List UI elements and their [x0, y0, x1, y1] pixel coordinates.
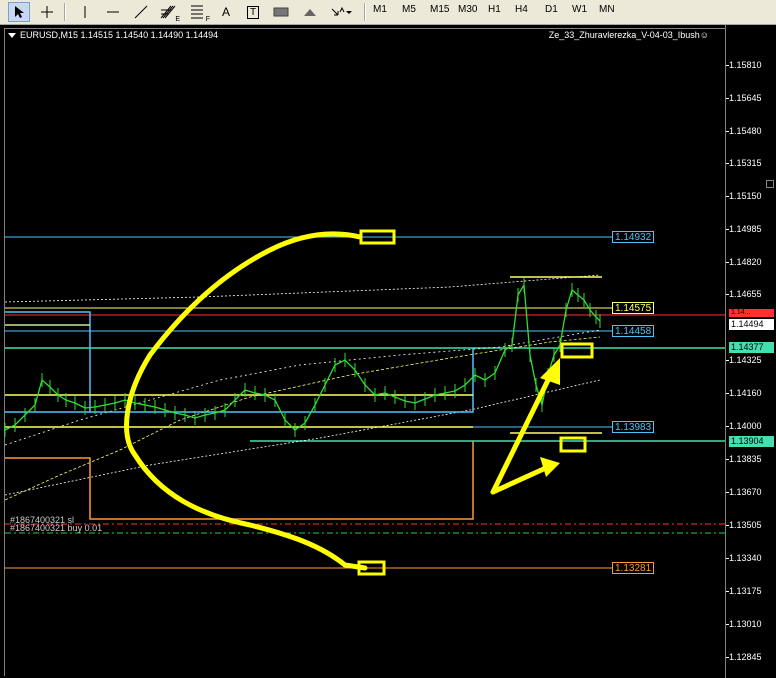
marker-box-low-right — [559, 436, 587, 453]
candlestick-series[interactable] — [4, 278, 601, 437]
price-chart[interactable] — [0, 25, 725, 678]
timeframe-mn[interactable]: MN — [599, 4, 615, 15]
level-label[interactable]: 1.14932 — [612, 231, 655, 243]
drawing-toolbar: E F A T M1 M5 M15 M30 H1 H4 D1 W1 MN — [0, 0, 776, 25]
price-label: 1.13175 — [729, 586, 762, 596]
arrow-to-mid-box — [490, 367, 556, 495]
crosshair-icon[interactable] — [36, 2, 58, 22]
chart-window[interactable]: EURUSD,M15 1.14515 1.14540 1.14490 1.144… — [0, 25, 776, 678]
timeframe-h1[interactable]: H1 — [488, 4, 501, 15]
level-label[interactable]: 1.13281 — [612, 562, 655, 574]
arrow-up-icon[interactable] — [299, 2, 321, 22]
hand-drawn-arc — [124, 231, 368, 571]
timeframe-w1[interactable]: W1 — [572, 4, 587, 15]
price-label: 1.13505 — [729, 520, 762, 530]
fibonacci-fan-icon[interactable]: F — [186, 2, 210, 23]
price-label: 1.14655 — [729, 289, 762, 299]
timeframe-m5[interactable]: M5 — [402, 4, 416, 15]
channel-lower-line — [4, 379, 601, 496]
price-label: 1.14000 — [729, 421, 762, 431]
arrows-dropdown-icon[interactable] — [327, 2, 355, 22]
level-label[interactable]: 1.13983 — [612, 421, 655, 433]
fibonacci-fan-sub-label: F — [205, 16, 210, 23]
price-label: 1.14160 — [729, 388, 762, 398]
blue-box-left — [5, 311, 91, 413]
level-price-badge: 1.14377 — [729, 342, 774, 353]
vertical-line-icon[interactable] — [74, 2, 96, 22]
price-label: 1.15150 — [729, 191, 762, 201]
fibonacci-icon[interactable]: E — [156, 2, 180, 23]
cursor-icon[interactable] — [8, 2, 30, 22]
timeframe-m30[interactable]: M30 — [458, 4, 477, 15]
level-label[interactable]: 1.14575 — [612, 302, 655, 314]
red-price-badge: 1.14... — [729, 309, 774, 317]
arrow-head-low — [540, 457, 560, 477]
horizontal-line-icon[interactable] — [102, 2, 124, 22]
text-tool-label: A — [221, 5, 230, 19]
price-label: 1.13670 — [729, 487, 762, 497]
price-label: 1.15480 — [729, 126, 762, 136]
fibonacci-sub-label: E — [175, 16, 180, 23]
price-label: 1.13340 — [729, 553, 762, 563]
level-label[interactable]: 1.14458 — [612, 325, 655, 337]
price-label: 1.14820 — [729, 257, 762, 267]
order-buy-label: #1867400321 buy 0.01 — [10, 523, 103, 533]
rectangle-icon[interactable] — [270, 2, 292, 22]
channel-upper-line — [4, 274, 601, 303]
marker-box-mid-right — [560, 342, 594, 359]
price-label: 1.15645 — [729, 93, 762, 103]
timeframe-d1[interactable]: D1 — [545, 4, 558, 15]
timeframe-m15[interactable]: M15 — [430, 4, 449, 15]
toolbar-separator — [364, 3, 366, 21]
price-label: 1.14325 — [729, 355, 762, 365]
text-label-icon[interactable]: T — [243, 2, 263, 22]
price-label: 1.13835 — [729, 454, 762, 464]
price-label: 1.13010 — [729, 619, 762, 629]
moving-average-yellow — [4, 336, 601, 501]
level-price-badge: 1.13904 — [729, 436, 774, 447]
text-icon[interactable]: A — [216, 2, 236, 22]
toolbar-separator — [64, 3, 66, 21]
orange-box — [5, 441, 474, 520]
timeframe-m1[interactable]: M1 — [373, 4, 387, 15]
price-label: 1.15810 — [729, 60, 762, 70]
price-label: 1.15315 — [729, 158, 762, 168]
price-label: 1.14985 — [729, 224, 762, 234]
timeframe-h4[interactable]: H4 — [515, 4, 528, 15]
price-label: 1.12845 — [729, 652, 762, 662]
current-price-badge: 1.14494 — [729, 319, 774, 330]
trendline-icon[interactable] — [130, 2, 152, 22]
arrow-head-mid — [540, 358, 560, 385]
price-line — [4, 282, 601, 431]
text-label-tool-label: T — [246, 5, 260, 19]
